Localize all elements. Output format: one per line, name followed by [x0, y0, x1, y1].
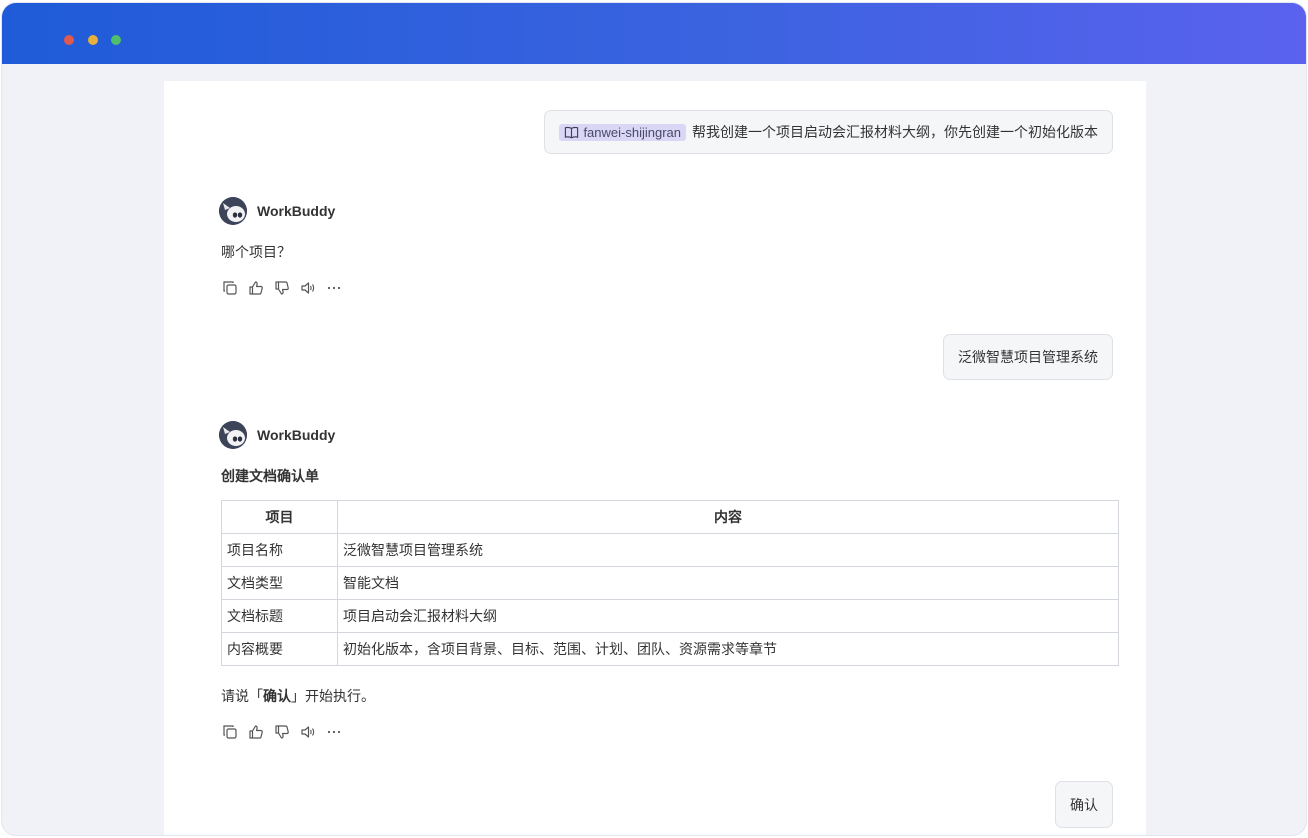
book-icon [565, 126, 579, 138]
thumbs-up-icon [249, 725, 263, 739]
table-cell-key: 文档类型 [221, 566, 338, 600]
copy-icon [223, 281, 237, 295]
bot-name: WorkBuddy [257, 427, 336, 443]
confirm-instruction: 请说「确认」开始执行。 [221, 686, 375, 706]
table-header-cell: 内容 [337, 500, 1119, 534]
doc-confirm-table: 项目 内容 项目名称 泛微智慧项目管理系统 文档类型 智能文档 文档标题 项目启… [221, 500, 1119, 666]
title-bar [2, 3, 1306, 64]
knowledge-tag-label: fanwei-shijingran [583, 124, 681, 140]
thumbs-down-icon [275, 725, 289, 739]
copy-button[interactable] [221, 723, 239, 741]
speaker-icon [301, 282, 315, 294]
robot-icon [219, 421, 247, 449]
chat-panel: fanwei-shijingran 帮我创建一个项目启动会汇报材料大纲，你先创建… [164, 81, 1146, 835]
user-message-text: 帮我创建一个项目启动会汇报材料大纲，你先创建一个初始化版本 [692, 124, 1098, 140]
bot-header: WorkBuddy [219, 421, 335, 449]
table-row: 文档标题 项目启动会汇报材料大纲 [221, 599, 1119, 633]
table-cell-value: 项目启动会汇报材料大纲 [337, 599, 1119, 633]
more-icon [327, 730, 341, 734]
user-message-text: 泛微智慧项目管理系统 [958, 349, 1098, 365]
dislike-button[interactable] [273, 723, 291, 741]
note-keyword: 确认 [263, 688, 291, 704]
table-cell-value: 泛微智慧项目管理系统 [337, 533, 1119, 567]
note-suffix: 」开始执行。 [291, 688, 375, 704]
message-actions [221, 279, 343, 297]
user-message-1: fanwei-shijingran 帮我创建一个项目启动会汇报材料大纲，你先创建… [544, 110, 1113, 154]
robot-icon [219, 197, 247, 225]
copy-icon [223, 725, 237, 739]
bot-avatar [219, 421, 247, 449]
more-button[interactable] [325, 723, 343, 741]
user-message-text: 确认 [1070, 796, 1098, 813]
read-aloud-button[interactable] [299, 723, 317, 741]
copy-button[interactable] [221, 279, 239, 297]
minimize-window-button[interactable] [88, 35, 98, 45]
message-actions [221, 723, 343, 741]
user-message-2: 泛微智慧项目管理系统 [943, 334, 1113, 380]
maximize-window-button[interactable] [111, 35, 121, 45]
table-header-cell: 项目 [221, 500, 338, 534]
like-button[interactable] [247, 279, 265, 297]
bot-name: WorkBuddy [257, 203, 336, 219]
table-cell-key: 内容概要 [221, 632, 338, 666]
more-icon [327, 286, 341, 290]
thumbs-down-icon [275, 281, 289, 295]
doc-confirm-title: 创建文档确认单 [221, 468, 319, 484]
note-prefix: 请说「 [221, 688, 263, 704]
more-button[interactable] [325, 279, 343, 297]
table-cell-key: 项目名称 [221, 533, 338, 567]
table-header-row: 项目 内容 [221, 500, 1119, 534]
speaker-icon [301, 726, 315, 738]
table-row: 项目名称 泛微智慧项目管理系统 [221, 533, 1119, 567]
table-cell-value: 智能文档 [337, 566, 1119, 600]
read-aloud-button[interactable] [299, 279, 317, 297]
user-message-3: 确认 [1055, 781, 1113, 828]
table-row: 文档类型 智能文档 [221, 566, 1119, 600]
like-button[interactable] [247, 723, 265, 741]
table-row: 内容概要 初始化版本，含项目背景、目标、范围、计划、团队、资源需求等章节 [221, 632, 1119, 666]
close-window-button[interactable] [64, 35, 74, 45]
table-cell-key: 文档标题 [221, 599, 338, 633]
bot-avatar [219, 197, 247, 225]
table-cell-value: 初始化版本，含项目背景、目标、范围、计划、团队、资源需求等章节 [337, 632, 1119, 666]
bot-message-text: 哪个项目？ [221, 244, 291, 260]
bot-header: WorkBuddy [219, 197, 335, 225]
thumbs-up-icon [249, 281, 263, 295]
knowledge-tag[interactable]: fanwei-shijingran [559, 123, 686, 141]
app-window: fanwei-shijingran 帮我创建一个项目启动会汇报材料大纲，你先创建… [2, 3, 1306, 835]
dislike-button[interactable] [273, 279, 291, 297]
